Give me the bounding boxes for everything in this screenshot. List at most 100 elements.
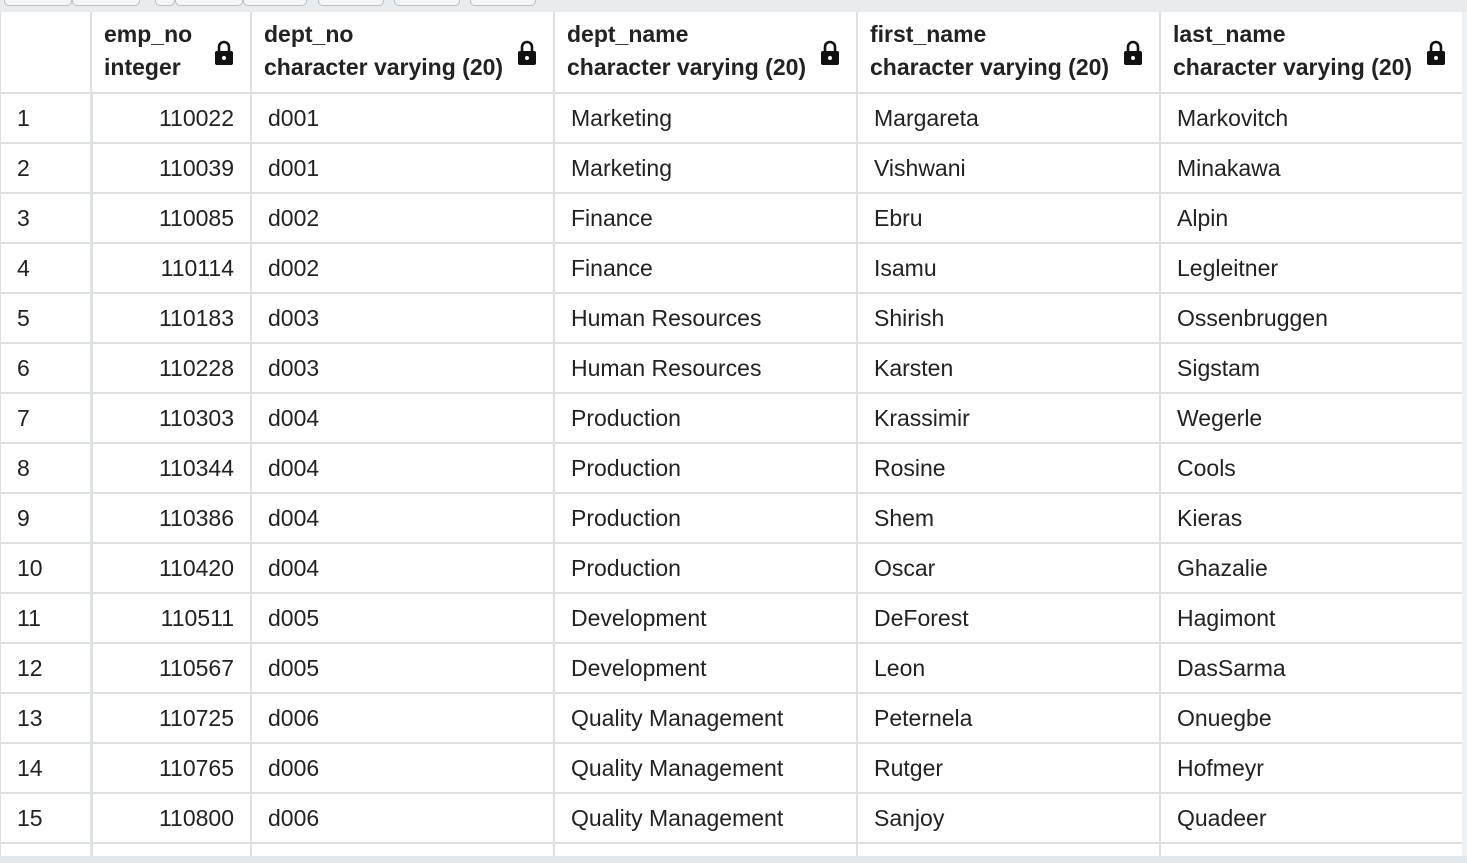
cell-first-name[interactable]: Peternela	[857, 693, 1161, 744]
cell-last-name[interactable]: Kieras	[1160, 493, 1463, 544]
cell-first-name[interactable]: Krassimir	[857, 393, 1161, 444]
cell-last-name[interactable]: Hofmeyr	[1160, 743, 1463, 794]
toolbar-button[interactable]	[155, 0, 175, 6]
cell-emp-no[interactable]: 110303	[91, 393, 252, 444]
toolbar-button[interactable]	[4, 0, 72, 6]
cell-emp-no[interactable]: 110114	[91, 243, 252, 294]
cell-dept-no[interactable]: d002	[251, 243, 555, 294]
cell-dept-name[interactable]: Production	[554, 443, 858, 494]
cell-first-name[interactable]: Rosine	[857, 443, 1161, 494]
horizontal-scrollbar-track[interactable]	[0, 856, 1467, 863]
cell-first-name[interactable]: Vishwani	[857, 143, 1161, 194]
row-number[interactable]: 11	[1, 593, 93, 644]
cell-last-name[interactable]: Cools	[1160, 443, 1463, 494]
row-number[interactable]: 4	[1, 243, 93, 294]
cell-emp-no[interactable]: 110725	[91, 693, 252, 744]
table-row[interactable]: 4 110114 d002 Finance Isamu Legleitner	[1, 243, 1463, 294]
table-row[interactable]: 13 110725 d006 Quality Management Peternela O…	[1, 693, 1463, 744]
row-number[interactable]: 8	[1, 443, 93, 494]
cell-first-name[interactable]: DeForest	[857, 593, 1161, 644]
row-number[interactable]: 12	[1, 643, 93, 694]
cell-dept-no[interactable]: d004	[251, 443, 555, 494]
table-row[interactable]: 1 110022 d001 Marketing Margareta Markovitch	[1, 93, 1463, 144]
cell-dept-name[interactable]: Production	[554, 493, 858, 544]
cell-dept-no[interactable]: d003	[251, 293, 555, 344]
cell-emp-no[interactable]: 110039	[91, 143, 252, 194]
table-row[interactable]: 14 110765 d006 Quality Management Rutger Hofm…	[1, 743, 1463, 794]
cell-emp-no[interactable]: 110800	[91, 793, 252, 844]
cell-dept-name[interactable]: Finance	[554, 193, 858, 244]
cell-emp-no[interactable]: 110765	[91, 743, 252, 794]
cell-dept-name[interactable]: Quality Management	[554, 693, 858, 744]
cell-last-name[interactable]: Onuegbe	[1160, 693, 1463, 744]
toolbar-button[interactable]	[72, 0, 140, 6]
cell-emp-no[interactable]: 110386	[91, 493, 252, 544]
table-row[interactable]: 2 110039 d001 Marketing Vishwani Minakawa	[1, 143, 1463, 194]
toolbar-button[interactable]	[394, 0, 460, 6]
cell-dept-no[interactable]: d006	[251, 693, 555, 744]
cell-last-name[interactable]: Alpin	[1160, 193, 1463, 244]
table-row[interactable]: 5 110183 d003 Human Resources Shirish Ossenbr…	[1, 293, 1463, 344]
cell-emp-no[interactable]: 110567	[91, 643, 252, 694]
row-number[interactable]: 1	[1, 93, 93, 144]
cell-first-name[interactable]: Oscar	[857, 543, 1161, 594]
row-number[interactable]: 5	[1, 293, 93, 344]
row-number[interactable]: 15	[1, 793, 93, 844]
cell-dept-no[interactable]: d003	[251, 343, 555, 394]
cell-emp-no[interactable]: 110022	[91, 93, 252, 144]
cell-last-name[interactable]: Ossenbruggen	[1160, 293, 1463, 344]
table-row[interactable]: 6 110228 d003 Human Resources Karsten Sigstam	[1, 343, 1463, 394]
cell-emp-no[interactable]: 110420	[91, 543, 252, 594]
cell-last-name[interactable]: Sigstam	[1160, 343, 1463, 394]
cell-first-name[interactable]: Leon	[857, 643, 1161, 694]
table-row[interactable]: 10 110420 d004 Production Oscar Ghazalie	[1, 543, 1463, 594]
column-header-last-name[interactable]: last_name character varying (20)	[1160, 12, 1463, 94]
cell-dept-no[interactable]: d005	[251, 593, 555, 644]
cell-dept-name[interactable]: Production	[554, 393, 858, 444]
cell-last-name[interactable]: Markovitch	[1160, 93, 1463, 144]
cell-last-name[interactable]: Legleitner	[1160, 243, 1463, 294]
cell-emp-no[interactable]: 110511	[91, 593, 252, 644]
cell-emp-no[interactable]: 110228	[91, 343, 252, 394]
table-row[interactable]: 12 110567 d005 Development Leon DasSarma	[1, 643, 1463, 694]
column-header-dept-name[interactable]: dept_name character varying (20)	[554, 12, 858, 94]
table-row[interactable]: 15 110800 d006 Quality Management Sanjoy Quad…	[1, 793, 1463, 844]
cell-dept-name[interactable]: Quality Management	[554, 743, 858, 794]
cell-dept-no[interactable]: d006	[251, 793, 555, 844]
row-number[interactable]: 9	[1, 493, 93, 544]
table-row[interactable]: 11 110511 d005 Development DeForest Hagimont	[1, 593, 1463, 644]
cell-dept-no[interactable]: d002	[251, 193, 555, 244]
cell-last-name[interactable]: Minakawa	[1160, 143, 1463, 194]
cell-dept-name[interactable]: Human Resources	[554, 343, 858, 394]
cell-last-name[interactable]: DasSarma	[1160, 643, 1463, 694]
row-number-header[interactable]	[1, 12, 92, 94]
cell-last-name[interactable]: Ghazalie	[1160, 543, 1463, 594]
cell-dept-name[interactable]: Quality Management	[554, 793, 858, 844]
cell-last-name[interactable]: Hagimont	[1160, 593, 1463, 644]
cell-first-name[interactable]: Ebru	[857, 193, 1161, 244]
cell-dept-name[interactable]: Marketing	[554, 143, 858, 194]
cell-dept-name[interactable]: Finance	[554, 243, 858, 294]
toolbar-button[interactable]	[175, 0, 243, 6]
row-number[interactable]: 6	[1, 343, 93, 394]
cell-first-name[interactable]: Shirish	[857, 293, 1161, 344]
toolbar-button[interactable]	[470, 0, 536, 6]
cell-dept-name[interactable]: Human Resources	[554, 293, 858, 344]
toolbar-button[interactable]	[318, 0, 384, 6]
cell-dept-no[interactable]: d004	[251, 543, 555, 594]
cell-first-name[interactable]: Karsten	[857, 343, 1161, 394]
cell-last-name[interactable]: Wegerle	[1160, 393, 1463, 444]
cell-dept-no[interactable]: d006	[251, 743, 555, 794]
column-header-first-name[interactable]: first_name character varying (20)	[857, 12, 1161, 94]
cell-dept-no[interactable]: d004	[251, 493, 555, 544]
toolbar-button[interactable]	[243, 0, 307, 6]
table-row[interactable]: 8 110344 d004 Production Rosine Cools	[1, 443, 1463, 494]
cell-dept-name[interactable]: Development	[554, 593, 858, 644]
row-number[interactable]: 10	[1, 543, 93, 594]
cell-dept-no[interactable]: d001	[251, 93, 555, 144]
cell-dept-name[interactable]: Development	[554, 643, 858, 694]
row-number[interactable]: 13	[1, 693, 93, 744]
table-row[interactable]: 3 110085 d002 Finance Ebru Alpin	[1, 193, 1463, 244]
cell-dept-no[interactable]: d001	[251, 143, 555, 194]
vertical-scrollbar-track[interactable]	[1462, 12, 1467, 863]
